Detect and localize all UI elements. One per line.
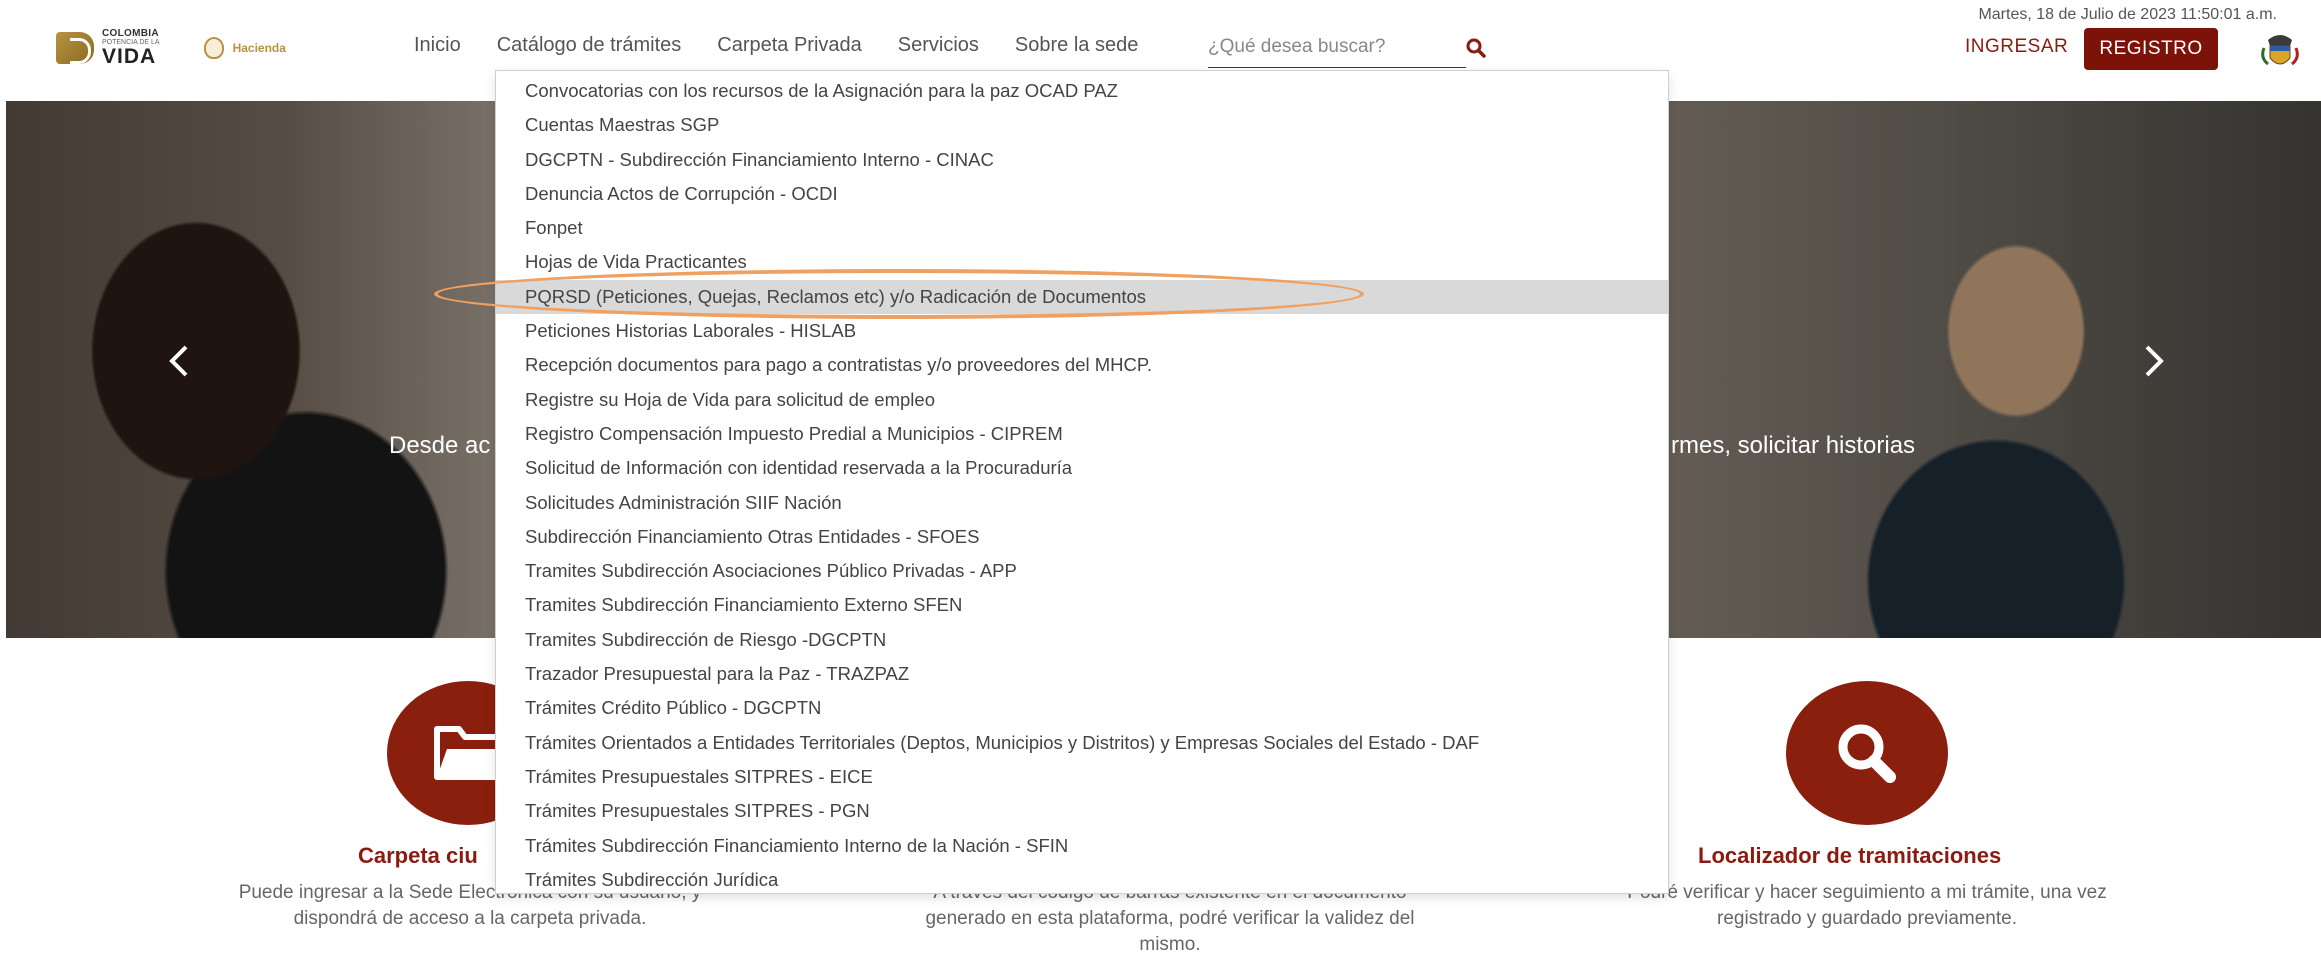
carousel-prev-chevron-icon[interactable] bbox=[164, 341, 194, 381]
dropdown-item[interactable]: Subdirección Financiamiento Otras Entida… bbox=[496, 520, 1668, 554]
dropdown-item[interactable]: Trámites Presupuestales SITPRES - PGN bbox=[496, 794, 1668, 828]
dropdown-item[interactable]: Trámites Orientados a Entidades Territor… bbox=[496, 726, 1668, 760]
dropdown-item-pqrsd[interactable]: PQRSD (Peticiones, Quejas, Reclamos etc)… bbox=[496, 279, 1668, 315]
dropdown-item[interactable]: Solicitud de Información con identidad r… bbox=[496, 451, 1668, 485]
localizador-feature-circle[interactable] bbox=[1786, 681, 1948, 825]
search-box bbox=[1208, 30, 1466, 68]
dropdown-item[interactable]: Trámites Crédito Público - DGCPTN bbox=[496, 691, 1668, 725]
nav-item-carpeta-privada[interactable]: Carpeta Privada bbox=[717, 34, 862, 57]
dropdown-item[interactable]: Peticiones Historias Laborales - HISLAB bbox=[496, 314, 1668, 348]
search-icon[interactable] bbox=[1466, 36, 1486, 60]
hero-caption-left: Desde ac bbox=[389, 432, 491, 459]
catalog-dropdown-menu: Convocatorias con los recursos de la Asi… bbox=[495, 70, 1669, 894]
dropdown-item[interactable]: Registro Compensación Impuesto Predial a… bbox=[496, 417, 1668, 451]
search-magnifier-icon bbox=[1838, 724, 1896, 783]
coat-of-arms-icon bbox=[2260, 28, 2300, 72]
logo-mark-icon bbox=[56, 32, 94, 64]
dropdown-item[interactable]: Tramites Subdirección de Riesgo -DGCPTN bbox=[496, 623, 1668, 657]
logo[interactable]: COLOMBIA POTENCIA DE LA VIDA Hacienda bbox=[26, 22, 318, 74]
dropdown-item[interactable]: Tramites Subdirección Financiamiento Ext… bbox=[496, 588, 1668, 622]
localizador-feature-title[interactable]: Localizador de tramitaciones bbox=[1698, 843, 2001, 869]
nav-item-sobre-la-sede[interactable]: Sobre la sede bbox=[1015, 34, 1138, 57]
dropdown-item[interactable]: Cuentas Maestras SGP bbox=[496, 108, 1668, 142]
dropdown-item[interactable]: Trámites Subdirección Jurídica bbox=[496, 863, 1668, 897]
dropdown-item[interactable]: Hojas de Vida Practicantes bbox=[496, 245, 1668, 279]
dropdown-item[interactable]: Recepción documentos para pago a contrat… bbox=[496, 348, 1668, 382]
register-button[interactable]: REGISTRO bbox=[2084, 28, 2218, 70]
localizador-feature-desc: Podré verificar y hacer seguimiento a mi… bbox=[1627, 882, 2107, 929]
dropdown-item[interactable]: Denuncia Actos de Corrupción - OCDI bbox=[496, 177, 1668, 211]
hacienda-logo: Hacienda bbox=[203, 37, 286, 59]
dropdown-item[interactable]: Trazador Presupuestal para la Paz - TRAZ… bbox=[496, 657, 1668, 691]
dropdown-item[interactable]: DGCPTN - Subdirección Financiamiento Int… bbox=[496, 143, 1668, 177]
login-button[interactable]: INGRESAR bbox=[1965, 36, 2068, 58]
current-date: Martes, 18 de Julio de 2023 11:50:01 a.m… bbox=[1978, 6, 2277, 23]
nav-item-inicio[interactable]: Inicio bbox=[414, 34, 461, 57]
dropdown-item[interactable]: Convocatorias con los recursos de la Asi… bbox=[496, 74, 1668, 108]
carousel-next-chevron-icon[interactable] bbox=[2139, 341, 2169, 381]
dropdown-item[interactable]: Trámites Subdirección Financiamiento Int… bbox=[496, 829, 1668, 863]
carpeta-feature-title[interactable]: Carpeta ciu bbox=[358, 843, 478, 869]
logo-line3: VIDA bbox=[102, 45, 157, 68]
colombia-vida-logo: COLOMBIA POTENCIA DE LA VIDA bbox=[56, 29, 160, 67]
dropdown-item[interactable]: Registre su Hoja de Vida para solicitud … bbox=[496, 383, 1668, 417]
dropdown-item[interactable]: Solicitudes Administración SIIF Nación bbox=[496, 486, 1668, 520]
hacienda-label: Hacienda bbox=[232, 41, 286, 55]
seal-icon bbox=[203, 37, 224, 59]
nav-item-catalogo[interactable]: Catálogo de trámites bbox=[497, 34, 682, 57]
dropdown-item[interactable]: Trámites Presupuestales SITPRES - EICE bbox=[496, 760, 1668, 794]
nav-item-servicios[interactable]: Servicios bbox=[898, 34, 979, 57]
logo-line1: COLOMBIA bbox=[102, 28, 159, 39]
dropdown-item[interactable]: Fonpet bbox=[496, 211, 1668, 245]
main-nav: Inicio Catálogo de trámites Carpeta Priv… bbox=[414, 34, 1174, 57]
hero-caption-right: rmes, solicitar historias bbox=[1671, 432, 1916, 459]
search-input[interactable] bbox=[1208, 30, 1438, 64]
dropdown-item[interactable]: Tramites Subdirección Asociaciones Públi… bbox=[496, 554, 1668, 588]
